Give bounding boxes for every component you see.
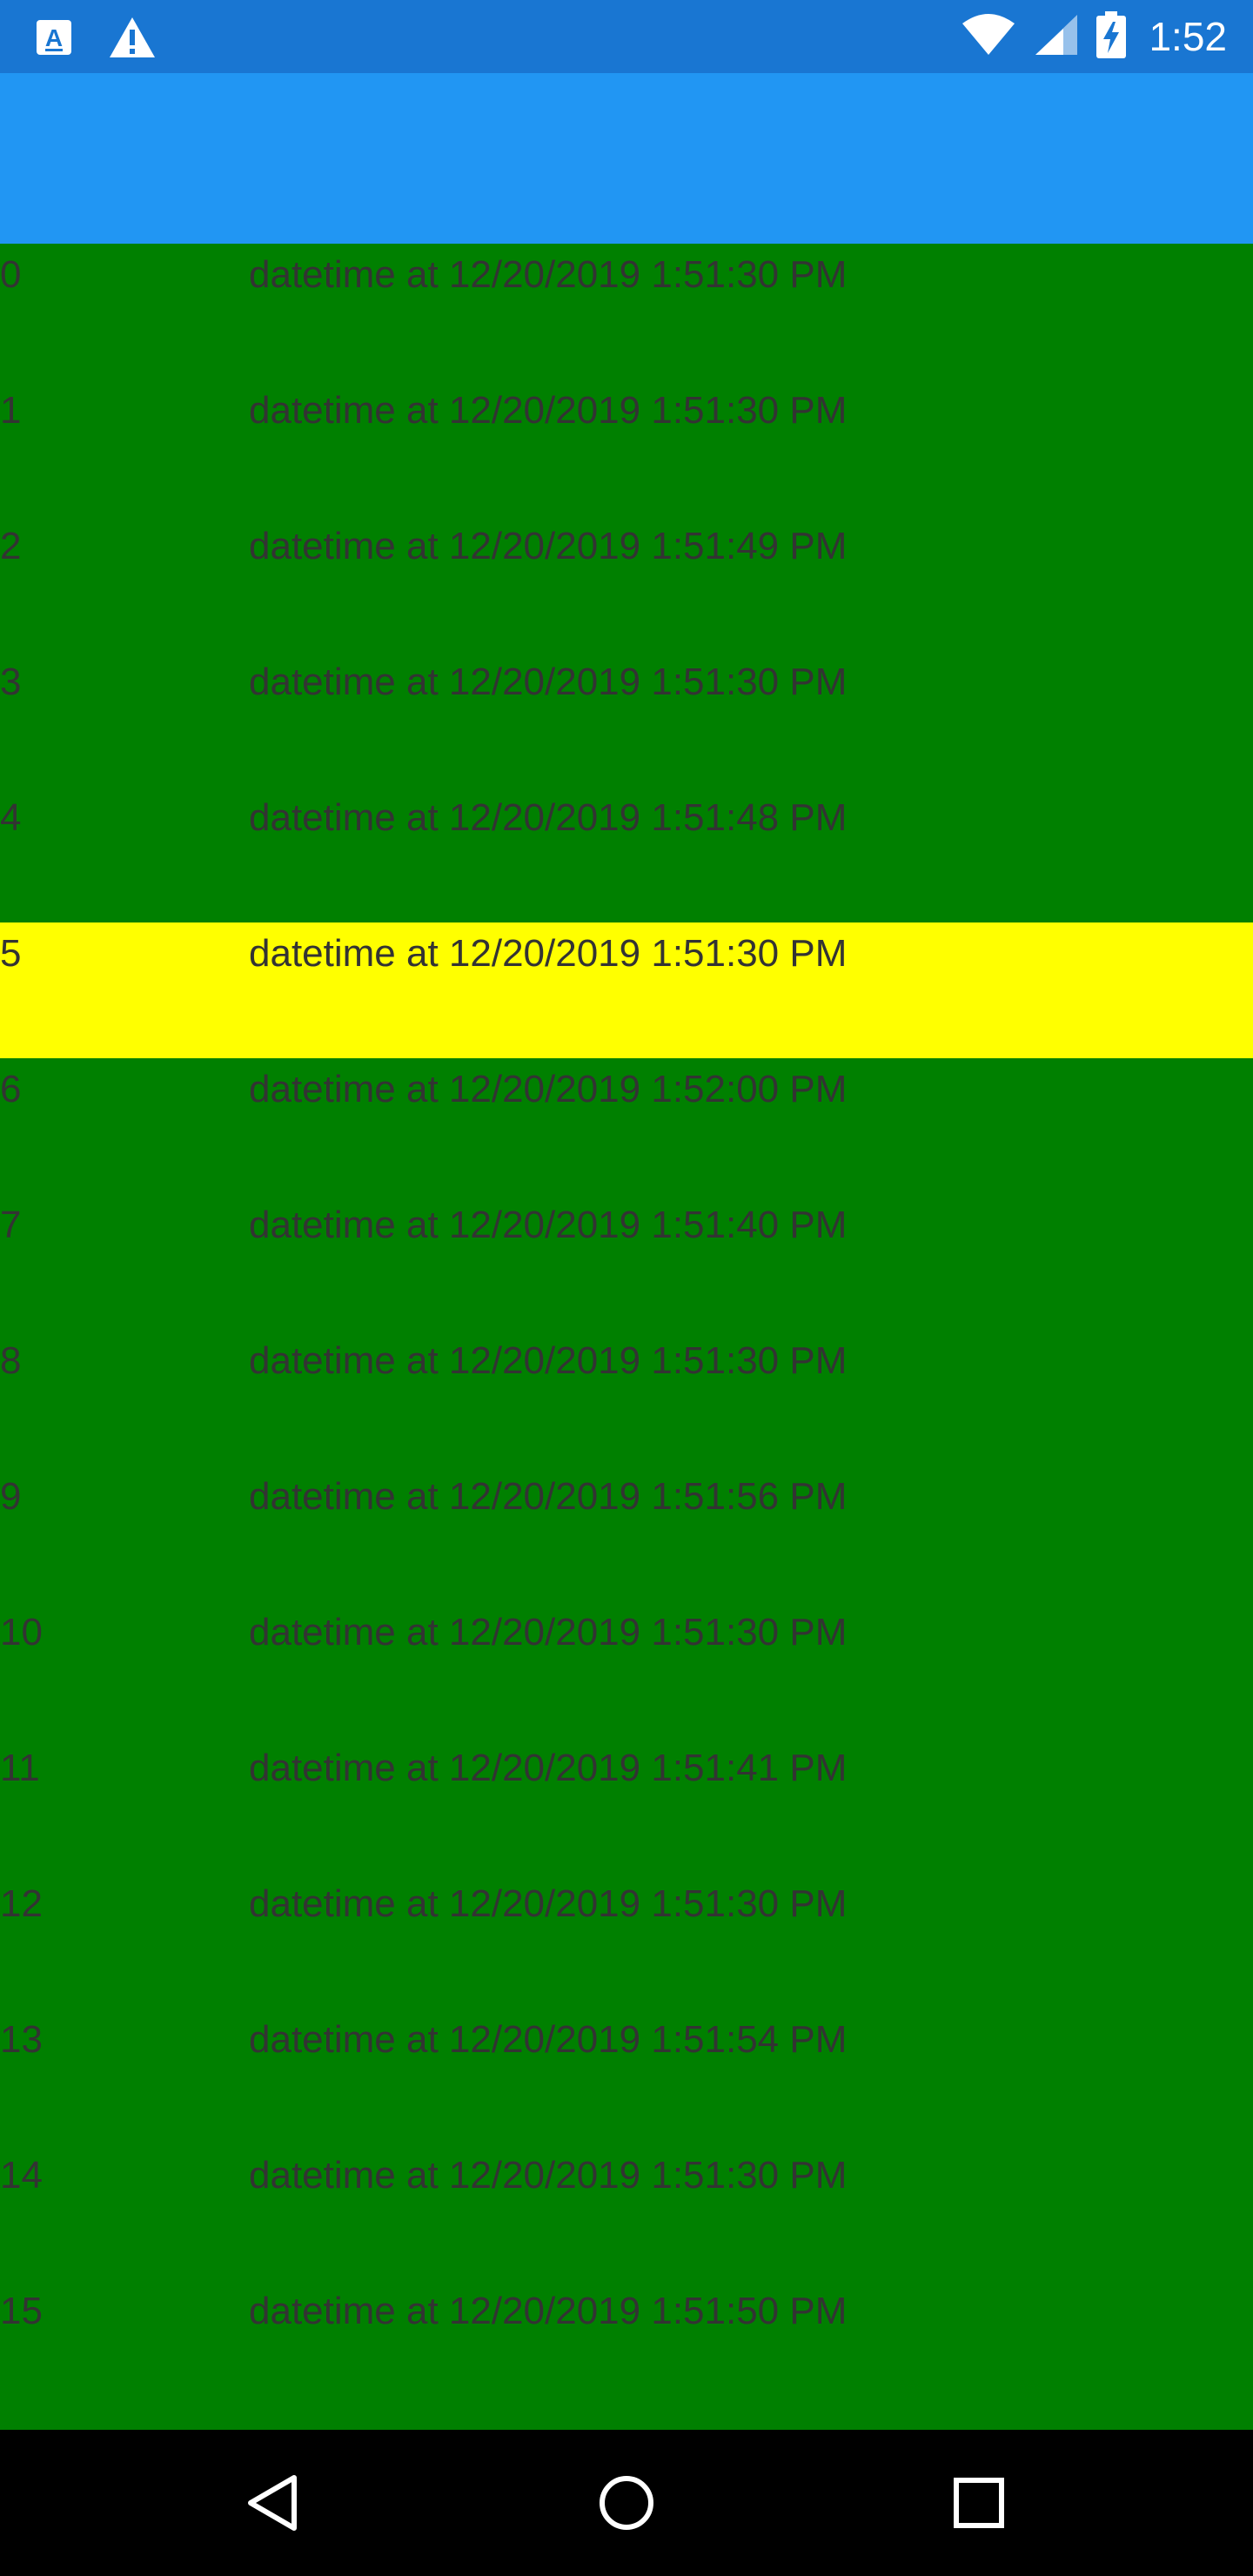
list-item-text: datetime at 12/20/2019 1:51:30 PM	[249, 932, 848, 975]
list-item-index: 1	[0, 389, 22, 432]
list-item[interactable]: 15 datetime at 12/20/2019 1:51:50 PM	[0, 2280, 1253, 2416]
screen: A 1:52 0 datetime at 12/20/2019 1:51:30 …	[0, 0, 1253, 2576]
app-a-icon: A	[35, 18, 73, 61]
list-item[interactable]: 12 datetime at 12/20/2019 1:51:30 PM	[0, 1873, 1253, 2009]
list-item-index: 8	[0, 1339, 22, 1382]
list-item-index: 9	[0, 1475, 22, 1518]
list-item[interactable]: 8 datetime at 12/20/2019 1:51:30 PM	[0, 1330, 1253, 1466]
warning-icon	[108, 16, 157, 64]
list-item[interactable]: 6 datetime at 12/20/2019 1:52:00 PM	[0, 1058, 1253, 1194]
status-bar: A 1:52	[0, 0, 1253, 73]
list-item-text: datetime at 12/20/2019 1:51:40 PM	[249, 1204, 848, 1246]
list-item-text: datetime at 12/20/2019 1:51:48 PM	[249, 796, 848, 839]
list-item-index: 12	[0, 1882, 43, 1925]
recents-button[interactable]	[935, 2459, 1022, 2546]
list-item[interactable]: 14 datetime at 12/20/2019 1:51:30 PM	[0, 2144, 1253, 2280]
status-left-icons: A	[35, 16, 157, 64]
wifi-icon	[961, 13, 1016, 61]
list-item-index: 15	[0, 2290, 43, 2332]
list-item-text: datetime at 12/20/2019 1:51:50 PM	[249, 2290, 848, 2332]
list-item[interactable]: 3 datetime at 12/20/2019 1:51:30 PM	[0, 651, 1253, 787]
list-item-text: datetime at 12/20/2019 1:51:30 PM	[249, 1611, 848, 1654]
list-item[interactable]: 1 datetime at 12/20/2019 1:51:30 PM	[0, 379, 1253, 515]
list-item-index: 2	[0, 525, 22, 567]
status-clock: 1:52	[1149, 14, 1227, 59]
home-icon	[600, 2476, 653, 2530]
list-item-text: datetime at 12/20/2019 1:51:49 PM	[249, 525, 848, 567]
list-item-index: 0	[0, 253, 22, 296]
list-item[interactable]: 13 datetime at 12/20/2019 1:51:54 PM	[0, 2009, 1253, 2144]
list-item-text: datetime at 12/20/2019 1:52:00 PM	[249, 1068, 848, 1110]
list-item-index: 13	[0, 2018, 43, 2061]
list-item-index: 10	[0, 1611, 43, 1654]
list-item[interactable]: 4 datetime at 12/20/2019 1:51:48 PM	[0, 787, 1253, 922]
list-item-index: 14	[0, 2154, 43, 2197]
list-item-text: datetime at 12/20/2019 1:51:30 PM	[249, 253, 848, 296]
list-item-text: datetime at 12/20/2019 1:51:41 PM	[249, 1747, 848, 1789]
back-icon	[248, 2475, 297, 2531]
list-item[interactable]: 2 datetime at 12/20/2019 1:51:49 PM	[0, 515, 1253, 651]
datetime-list[interactable]: 0 datetime at 12/20/2019 1:51:30 PM 1 datet…	[0, 244, 1253, 2430]
list-item-text: datetime at 12/20/2019 1:51:54 PM	[249, 2018, 848, 2061]
list-item[interactable]: 9 datetime at 12/20/2019 1:51:56 PM	[0, 1466, 1253, 1601]
list-item-text: datetime at 12/20/2019 1:51:56 PM	[249, 1475, 848, 1518]
list-item-index: 3	[0, 661, 22, 703]
list-item-text: datetime at 12/20/2019 1:51:30 PM	[249, 661, 848, 703]
list-item-text: datetime at 12/20/2019 1:51:30 PM	[249, 2154, 848, 2197]
navigation-bar	[0, 2430, 1253, 2576]
list-item[interactable]: 5 datetime at 12/20/2019 1:51:30 PM	[0, 922, 1253, 1058]
list-item[interactable]: 7 datetime at 12/20/2019 1:51:40 PM	[0, 1194, 1253, 1330]
signal-icon	[1034, 13, 1079, 61]
list-item-index: 5	[0, 932, 22, 975]
list-item[interactable]: 11 datetime at 12/20/2019 1:51:41 PM	[0, 1737, 1253, 1873]
list-item[interactable]: 10 datetime at 12/20/2019 1:51:30 PM	[0, 1601, 1253, 1737]
recents-icon	[954, 2478, 1004, 2528]
back-button[interactable]	[231, 2459, 318, 2546]
list-item-text: datetime at 12/20/2019 1:51:30 PM	[249, 1339, 848, 1382]
list-item-text: datetime at 12/20/2019 1:51:30 PM	[249, 389, 848, 432]
home-button[interactable]	[583, 2459, 670, 2546]
battery-charging-icon	[1096, 10, 1127, 63]
list-item-text: datetime at 12/20/2019 1:51:30 PM	[249, 1882, 848, 1925]
list-item-index: 7	[0, 1204, 22, 1246]
svg-text:A: A	[45, 24, 63, 51]
status-right-icons: 1:52	[961, 10, 1227, 63]
app-bar	[0, 73, 1253, 244]
list-item-index: 4	[0, 796, 22, 839]
list-item-index: 11	[0, 1747, 40, 1789]
list-item[interactable]: 0 datetime at 12/20/2019 1:51:30 PM	[0, 244, 1253, 379]
list-item-index: 6	[0, 1068, 22, 1110]
